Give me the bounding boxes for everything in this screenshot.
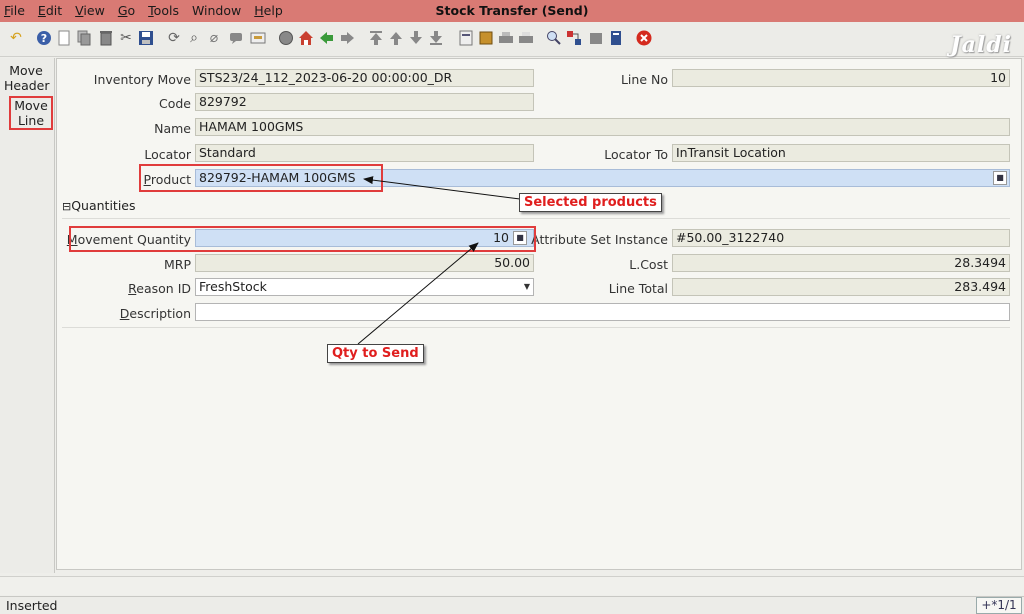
save-icon[interactable] xyxy=(138,30,154,46)
locator-field[interactable]: Standard xyxy=(195,144,534,162)
first-record-icon[interactable] xyxy=(368,30,384,46)
menu-tools[interactable]: Tools xyxy=(148,3,179,18)
highlight-product xyxy=(139,164,383,192)
callout-qty-to-send: Qty to Send xyxy=(327,344,424,363)
print-preview-icon[interactable] xyxy=(518,30,534,46)
form-divider xyxy=(62,327,1010,328)
attribute-set-instance-field[interactable]: #50.00_3122740 xyxy=(672,229,1010,247)
line-no-field[interactable]: 10 xyxy=(672,69,1010,87)
new-icon[interactable] xyxy=(56,30,72,46)
menu-view[interactable]: View xyxy=(75,3,105,18)
bottom-strip xyxy=(0,576,1024,595)
highlight-movement-quantity xyxy=(69,226,536,252)
reason-id-label: Reason ID xyxy=(128,281,191,296)
archive-icon[interactable] xyxy=(478,30,494,46)
mrp-field[interactable]: 50.00 xyxy=(195,254,534,272)
next-record-icon[interactable] xyxy=(408,30,424,46)
tab-move-header[interactable]: Move Header xyxy=(4,63,50,93)
print-icon[interactable] xyxy=(498,30,514,46)
highlight-move-line xyxy=(9,96,53,130)
line-total-label: Line Total xyxy=(608,281,668,296)
menu-help-rest: elp xyxy=(263,3,283,18)
history-icon[interactable] xyxy=(250,30,266,46)
end-icon[interactable] xyxy=(608,30,624,46)
description-label: Description xyxy=(119,306,191,321)
mrp-label: MRP xyxy=(163,257,191,272)
title-bar: File Edit View Go Tools Window Help Stoc… xyxy=(0,0,1024,22)
description-field[interactable] xyxy=(195,303,1010,321)
active-workflows-icon[interactable] xyxy=(566,30,582,46)
callout-selected-products: Selected products xyxy=(519,193,662,212)
report-icon[interactable] xyxy=(458,30,474,46)
chat-icon[interactable] xyxy=(228,30,244,46)
zoom-across-icon[interactable] xyxy=(546,30,562,46)
status-bar: Inserted +*1/1 xyxy=(0,596,1024,614)
attachment-icon[interactable]: ⌀ xyxy=(206,30,222,46)
l-cost-field[interactable]: 28.3494 xyxy=(672,254,1010,272)
quantities-title: Quantities xyxy=(71,198,136,213)
attribute-set-instance-label: Attribute Set Instance xyxy=(531,232,668,247)
toolbar: ↶ ? ✂ ⟳ ⌕ ⌀ Jaldi xyxy=(0,22,1024,58)
status-text: Inserted xyxy=(6,598,58,613)
menu-file-rest: ile xyxy=(10,3,25,18)
inventory-move-field[interactable]: STS23/24_112_2023-06-20 00:00:00_DR xyxy=(195,69,534,87)
menu-go[interactable]: Go xyxy=(118,3,135,18)
record-navigator[interactable]: +*1/1 xyxy=(976,597,1022,614)
product-lookup-button[interactable]: ■ xyxy=(993,171,1007,185)
menu-go-rest: o xyxy=(127,3,136,18)
undo-icon[interactable]: ↶ xyxy=(8,30,24,46)
request-icon[interactable] xyxy=(278,30,294,46)
menu-edit-rest: dit xyxy=(45,3,63,18)
line-no-label: Line No xyxy=(620,72,668,87)
help-icon[interactable]: ? xyxy=(36,30,52,46)
home-icon[interactable] xyxy=(298,30,314,46)
code-label: Code xyxy=(158,96,191,111)
menu-bar: File Edit View Go Tools Window Help xyxy=(4,3,296,18)
line-total-field[interactable]: 283.494 xyxy=(672,278,1010,296)
l-cost-label: L.Cost xyxy=(629,257,668,272)
name-label: Name xyxy=(154,121,191,136)
inventory-move-label: Inventory Move xyxy=(93,72,191,87)
menu-tools-rest: ools xyxy=(153,3,179,18)
delete-selection-icon[interactable]: ✂ xyxy=(118,30,134,46)
menu-view-rest: iew xyxy=(83,3,105,18)
reason-id-select[interactable]: FreshStock ▼ xyxy=(195,278,534,296)
menu-file[interactable]: File xyxy=(4,3,25,18)
locator-label: Locator xyxy=(144,147,191,162)
delete-icon[interactable] xyxy=(98,30,114,46)
product-info-icon[interactable] xyxy=(588,30,604,46)
copy-icon[interactable] xyxy=(76,30,92,46)
locator-to-label: Locator To xyxy=(604,147,668,162)
back-icon[interactable] xyxy=(318,30,334,46)
menu-help[interactable]: Help xyxy=(254,3,283,18)
forward-icon[interactable] xyxy=(340,30,356,46)
watermark-logo: Jaldi xyxy=(950,32,1012,58)
refresh-icon[interactable]: ⟳ xyxy=(166,30,182,46)
find-icon[interactable]: ⌕ xyxy=(186,30,202,46)
close-icon[interactable] xyxy=(636,30,652,46)
code-field[interactable]: 829792 xyxy=(195,93,534,111)
svg-text:?: ? xyxy=(41,32,47,45)
last-record-icon[interactable] xyxy=(428,30,444,46)
reason-id-value: FreshStock xyxy=(199,279,267,294)
locator-to-field[interactable]: InTransit Location xyxy=(672,144,1010,162)
dropdown-arrow-icon[interactable]: ▼ xyxy=(521,279,533,295)
menu-window[interactable]: Window xyxy=(192,3,241,18)
menu-edit[interactable]: Edit xyxy=(38,3,62,18)
previous-record-icon[interactable] xyxy=(388,30,404,46)
collapse-icon[interactable]: ⊟ xyxy=(62,200,71,213)
tab-navigation: Move Header Move Line xyxy=(0,58,55,573)
name-field[interactable]: HAMAM 100GMS xyxy=(195,118,1010,136)
